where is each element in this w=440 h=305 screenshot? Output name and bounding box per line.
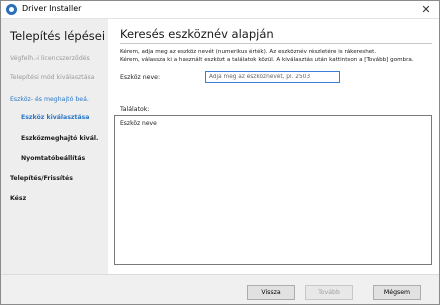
heading-divider [120,43,432,44]
next-button[interactable]: Tovább [305,285,353,300]
close-icon[interactable]: ✕ [415,2,437,17]
step-device-driver-setup: Eszköz- és meghajtó beá. [10,96,89,103]
driver-installer-icon [6,4,17,15]
cancel-button[interactable]: Mégsem [373,285,421,300]
footer-bar: Vissza Tovább Mégsem [1,274,439,304]
results-label: Találatok: [120,106,150,113]
main-panel: Keresés eszköznév alapján Kérem, adja me… [108,19,439,274]
step-install-method: Telepítési mód kiválasztása [10,74,95,81]
steps-sidebar: Telepítés lépései Végfelh.-i licencszerz… [1,19,108,274]
title-bar: Driver Installer ✕ [1,1,439,19]
description-line-2: Kérem, válassza ki a használt eszközt a … [120,57,414,63]
device-name-input[interactable] [205,71,340,83]
results-list[interactable]: Eszköz neve [114,115,432,265]
step-driver-select: Eszközmeghajtó kivál. [21,135,99,142]
back-button[interactable]: Vissza [247,285,295,300]
results-column-header[interactable]: Eszköz neve [120,120,157,127]
device-name-label: Eszköz neve: [120,74,161,81]
window-title: Driver Installer [22,4,82,13]
step-device-select: Eszköz kiválasztása [21,114,90,121]
installer-window: Driver Installer ✕ Telepítés lépései Vég… [0,0,440,305]
description-line-1: Kérem, adja meg az eszköz nevét (numerik… [120,49,377,55]
step-finish: Kész [10,195,27,202]
step-license-agreement: Végfelh.-i licencszerződés [10,55,90,62]
sidebar-title: Telepítés lépései [10,29,106,43]
step-install-update: Telepítés/Frissítés [10,175,73,182]
page-title: Keresés eszköznév alapján [120,27,274,41]
step-printer-settings: Nyomtatóbeállítás [21,155,86,162]
